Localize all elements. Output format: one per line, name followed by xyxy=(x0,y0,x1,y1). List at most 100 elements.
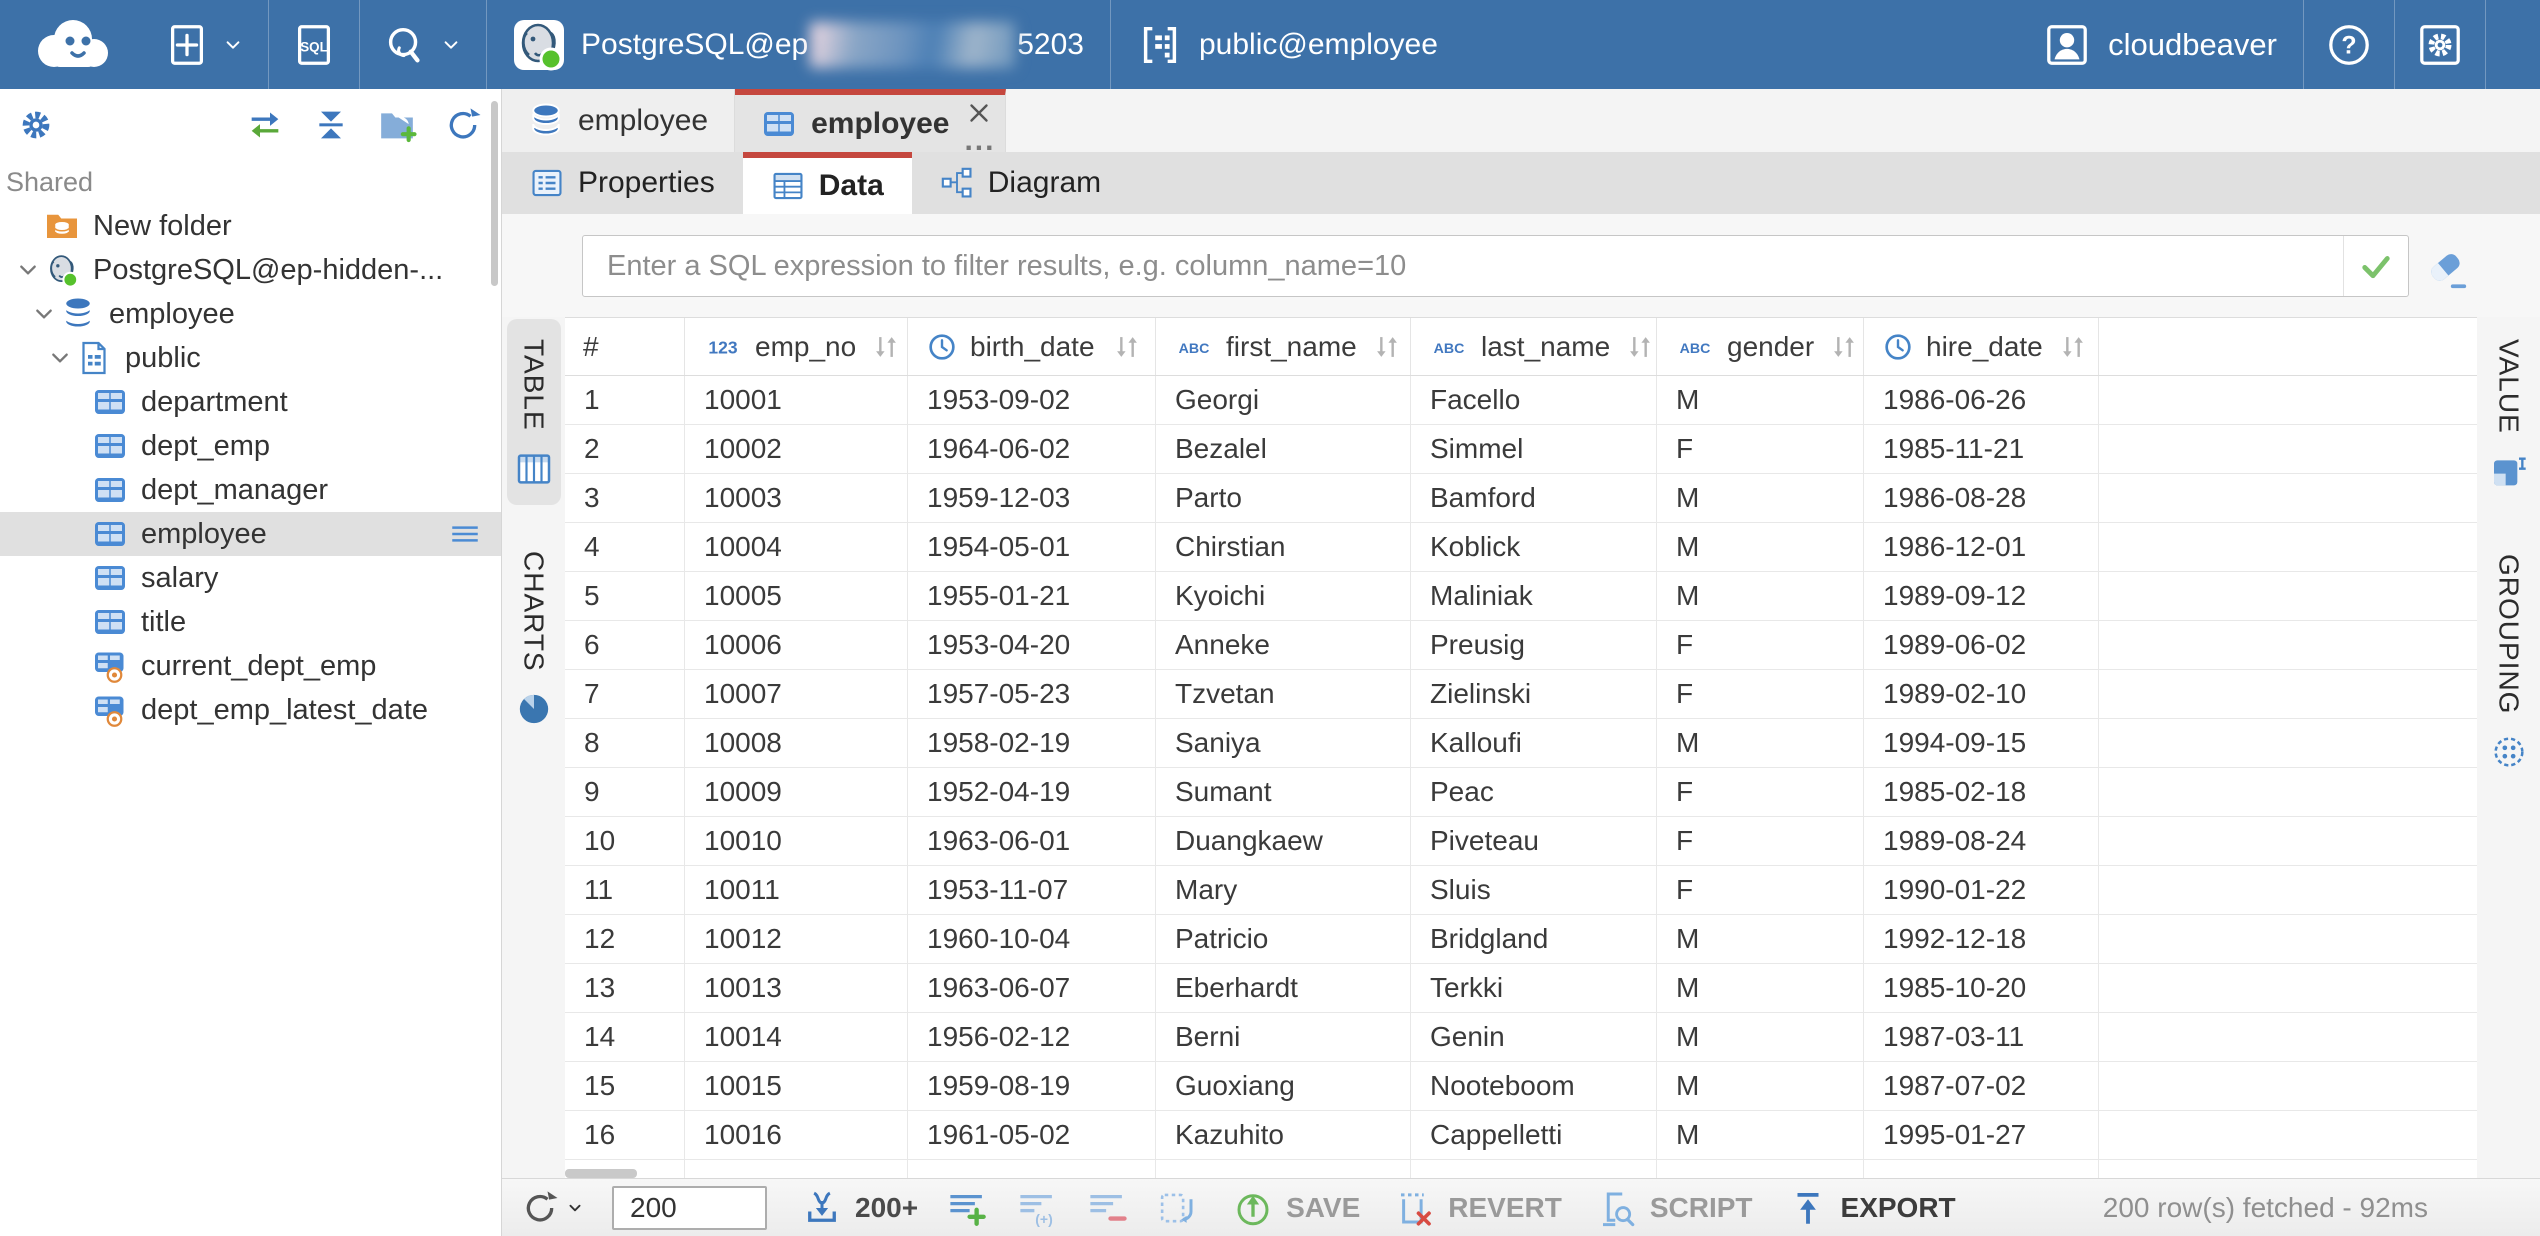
data-cell[interactable]: Berni xyxy=(1156,1013,1411,1061)
data-cell[interactable]: 10006 xyxy=(685,621,908,669)
search-connection-button[interactable] xyxy=(360,0,486,89)
data-cell[interactable]: 1955-01-21 xyxy=(908,572,1156,620)
data-cell[interactable]: Cappelletti xyxy=(1411,1111,1657,1159)
row-number-cell[interactable]: 10 xyxy=(565,817,685,865)
data-cell[interactable]: M xyxy=(1657,523,1864,571)
data-cell[interactable]: Parto xyxy=(1156,474,1411,522)
column-header-hire_date[interactable]: hire_date xyxy=(1864,318,2099,375)
new-folder-icon[interactable] xyxy=(377,105,417,145)
tree-item[interactable]: title xyxy=(0,600,501,644)
data-cell[interactable]: 1990-01-22 xyxy=(1864,866,2099,914)
data-cell[interactable]: Bamford xyxy=(1411,474,1657,522)
sync-connections-icon[interactable] xyxy=(245,105,285,145)
data-cell[interactable]: 10004 xyxy=(685,523,908,571)
data-cell[interactable]: Patricio xyxy=(1156,915,1411,963)
data-cell[interactable]: 1989-08-24 xyxy=(1864,817,2099,865)
row-number-cell[interactable]: 7 xyxy=(565,670,685,718)
data-cell[interactable]: M xyxy=(1657,572,1864,620)
data-cell[interactable]: 10001 xyxy=(685,376,908,424)
delete-row-button[interactable] xyxy=(1086,1187,1128,1229)
tree-item[interactable]: salary xyxy=(0,556,501,600)
chevron-down-icon[interactable] xyxy=(28,298,60,330)
data-cell[interactable]: 1952-04-19 xyxy=(908,768,1156,816)
data-cell[interactable]: 10016 xyxy=(685,1111,908,1159)
add-row-button[interactable] xyxy=(946,1187,988,1229)
sort-icon[interactable] xyxy=(2055,330,2091,364)
data-cell[interactable]: Duangkaew xyxy=(1156,817,1411,865)
row-number-cell[interactable]: 5 xyxy=(565,572,685,620)
tree-item[interactable]: public xyxy=(0,336,501,380)
column-header-first_name[interactable]: ABCfirst_name xyxy=(1156,318,1411,375)
data-cell[interactable]: Sluis xyxy=(1411,866,1657,914)
tree-item[interactable]: PostgreSQL@ep-hidden-... xyxy=(0,248,501,292)
revert-button[interactable]: REVERT xyxy=(1394,1187,1562,1229)
data-cell[interactable]: 1986-12-01 xyxy=(1864,523,2099,571)
data-cell[interactable]: Preusig xyxy=(1411,621,1657,669)
data-cell[interactable]: 10013 xyxy=(685,964,908,1012)
data-cell[interactable] xyxy=(1864,1160,2099,1178)
data-cell[interactable]: 10011 xyxy=(685,866,908,914)
data-cell[interactable]: Georgi xyxy=(1156,376,1411,424)
data-cell[interactable]: 10009 xyxy=(685,768,908,816)
tree-item[interactable]: employee xyxy=(0,292,501,336)
sql-editor-button[interactable]: SQL xyxy=(269,0,359,89)
data-cell[interactable]: M xyxy=(1657,1062,1864,1110)
tree-item[interactable]: employee xyxy=(0,512,501,556)
data-cell[interactable]: M xyxy=(1657,376,1864,424)
data-cell[interactable]: Facello xyxy=(1411,376,1657,424)
clear-filter-eraser-icon[interactable] xyxy=(2424,246,2470,292)
data-cell[interactable]: 1989-02-10 xyxy=(1864,670,2099,718)
data-cell[interactable]: Genin xyxy=(1411,1013,1657,1061)
data-cell[interactable]: 1961-05-02 xyxy=(908,1111,1156,1159)
column-header-birth_date[interactable]: birth_date xyxy=(908,318,1156,375)
data-cell[interactable] xyxy=(1657,1160,1864,1178)
data-cell[interactable]: M xyxy=(1657,1111,1864,1159)
apply-filter-button[interactable] xyxy=(2344,236,2408,296)
sort-icon[interactable] xyxy=(868,330,904,364)
data-cell[interactable]: Mary xyxy=(1156,866,1411,914)
script-button[interactable]: SCRIPT xyxy=(1596,1187,1753,1229)
row-number-cell[interactable]: 1 xyxy=(565,376,685,424)
data-cell[interactable]: 1953-09-02 xyxy=(908,376,1156,424)
tree-item[interactable]: New folder xyxy=(0,204,501,248)
data-cell[interactable]: 1956-02-12 xyxy=(908,1013,1156,1061)
data-cell[interactable]: M xyxy=(1657,719,1864,767)
sort-icon[interactable] xyxy=(1369,330,1405,364)
data-cell[interactable]: F xyxy=(1657,768,1864,816)
data-cell[interactable]: Sumant xyxy=(1156,768,1411,816)
chevron-down-icon[interactable] xyxy=(44,342,76,374)
data-cell[interactable]: 1992-12-18 xyxy=(1864,915,2099,963)
save-button[interactable]: SAVE xyxy=(1232,1187,1360,1229)
data-cell[interactable]: 1994-09-15 xyxy=(1864,719,2099,767)
data-cell[interactable]: Kalloufi xyxy=(1411,719,1657,767)
data-cell[interactable]: 10014 xyxy=(685,1013,908,1061)
data-cell[interactable]: 1989-09-12 xyxy=(1864,572,2099,620)
data-cell[interactable]: 1987-03-11 xyxy=(1864,1013,2099,1061)
column-header-rownum[interactable]: # xyxy=(565,318,685,375)
data-cell[interactable]: 1964-06-02 xyxy=(908,425,1156,473)
data-cell[interactable]: 10005 xyxy=(685,572,908,620)
data-cell[interactable]: Bezalel xyxy=(1156,425,1411,473)
data-cell[interactable]: Terkki xyxy=(1411,964,1657,1012)
column-header-last_name[interactable]: ABClast_name xyxy=(1411,318,1657,375)
data-cell[interactable]: M xyxy=(1657,915,1864,963)
new-connection-button[interactable] xyxy=(142,0,268,89)
panel-tab-value[interactable]: VALUE xyxy=(2482,319,2536,508)
data-cell[interactable]: 1985-10-20 xyxy=(1864,964,2099,1012)
editor-tab[interactable]: employee xyxy=(502,89,735,152)
data-cell[interactable]: Kazuhito xyxy=(1156,1111,1411,1159)
data-cell[interactable] xyxy=(685,1160,908,1178)
row-number-cell[interactable]: 16 xyxy=(565,1111,685,1159)
export-button[interactable]: EXPORT xyxy=(1787,1187,1956,1229)
data-cell[interactable]: Maliniak xyxy=(1411,572,1657,620)
data-cell[interactable]: 1954-05-01 xyxy=(908,523,1156,571)
row-number-cell[interactable]: 13 xyxy=(565,964,685,1012)
data-cell[interactable]: Anneke xyxy=(1156,621,1411,669)
sidebar-scrollbar[interactable] xyxy=(491,101,498,286)
data-cell[interactable]: 1986-08-28 xyxy=(1864,474,2099,522)
tree-item[interactable]: dept_manager xyxy=(0,468,501,512)
data-cell[interactable]: F xyxy=(1657,425,1864,473)
panel-tab-grouping[interactable]: GROUPING xyxy=(2482,534,2536,788)
data-cell[interactable]: Chirstian xyxy=(1156,523,1411,571)
tree-item[interactable]: department xyxy=(0,380,501,424)
